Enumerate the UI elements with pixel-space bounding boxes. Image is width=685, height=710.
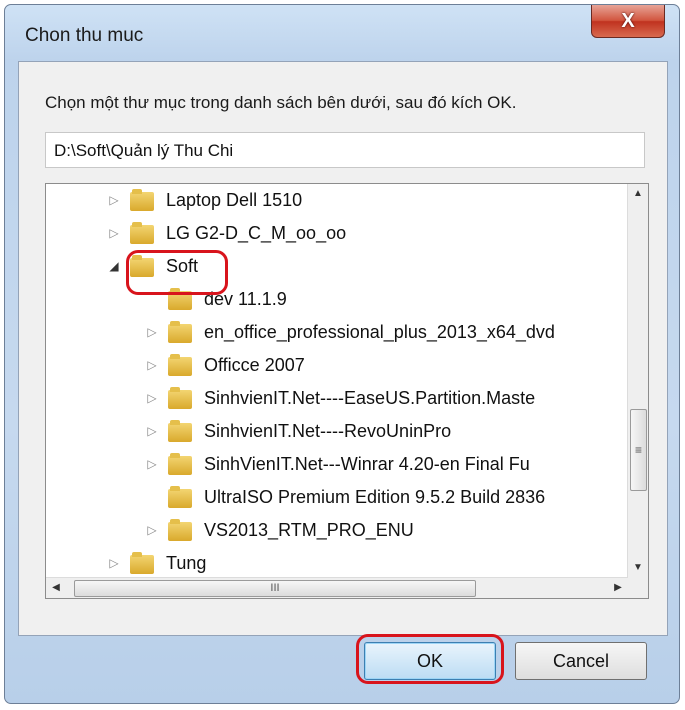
dialog-window: Chon thu muc X Chọn một thư mục trong da… (4, 4, 680, 704)
folder-icon (168, 321, 194, 343)
tree-item-label: SinhVienIT.Net---Winrar 4.20-en Final Fu (204, 453, 530, 474)
folder-icon (168, 519, 194, 541)
scroll-up-icon[interactable]: ▲ (628, 184, 648, 204)
tree-item[interactable]: ▷ SinhvienIT.Net----EaseUS.Partition.Mas… (144, 382, 535, 414)
folder-icon (130, 189, 156, 211)
close-icon: X (621, 9, 635, 32)
tree-item-label: VS2013_RTM_PRO_ENU (204, 519, 414, 540)
tree-item[interactable]: ▷ SinhVienIT.Net---Winrar 4.20-en Final … (144, 448, 530, 480)
folder-icon (168, 387, 194, 409)
folder-icon (130, 222, 156, 244)
tree-item-label: en_office_professional_plus_2013_x64_dvd (204, 321, 555, 342)
vertical-scroll-thumb[interactable]: ≡ (630, 409, 647, 491)
tree-item-label: UltraISO Premium Edition 9.5.2 Build 283… (204, 486, 546, 507)
horizontal-scroll-thumb[interactable]: III (74, 580, 476, 597)
folder-path-field[interactable]: D:\Soft\Quản lý Thu Chi (45, 132, 645, 168)
tree-item[interactable]: ▷ Officce 2007 (144, 349, 305, 381)
expand-arrow-icon[interactable]: ▷ (144, 457, 160, 471)
dialog-body: Chọn một thư mục trong danh sách bên dướ… (18, 61, 668, 680)
scrollbar-corner (628, 578, 648, 598)
expand-arrow-icon[interactable]: ▷ (144, 523, 160, 537)
expand-arrow-icon[interactable]: ▷ (106, 193, 122, 207)
expand-arrow-icon[interactable]: ▷ (144, 424, 160, 438)
tree-item[interactable]: ▷ LG G2-D_C_M_oo_oo (106, 217, 346, 249)
tree-item-label: SinhvienIT.Net----EaseUS.Partition.Maste (204, 387, 536, 408)
expand-arrow-icon[interactable]: ▷ (144, 358, 160, 372)
horizontal-scrollbar[interactable]: ◀ III ▶ (46, 577, 628, 598)
instruction-text: Chọn một thư mục trong danh sách bên dướ… (45, 93, 517, 112)
tree-item[interactable]: ▷ Tung (106, 547, 206, 579)
scroll-down-icon[interactable]: ▼ (628, 558, 648, 578)
tree-item[interactable]: UltraISO Premium Edition 9.5.2 Build 283… (144, 481, 545, 513)
window-title: Chon thu muc (25, 25, 144, 46)
scroll-left-icon[interactable]: ◀ (46, 578, 66, 598)
folder-icon (168, 453, 194, 475)
expand-arrow-icon[interactable]: ▷ (106, 556, 122, 570)
tree-item[interactable]: ▷ Laptop Dell 1510 (106, 184, 302, 216)
tree-item-label: LG G2-D_C_M_oo_oo (166, 222, 347, 243)
folder-icon (168, 420, 194, 442)
soft-highlight-ring (126, 250, 228, 295)
folder-icon (168, 486, 194, 508)
folder-tree[interactable]: ▷ Laptop Dell 1510 ▷ LG G2-D_C_M_oo_oo ◢… (45, 183, 649, 599)
tree-item-label: Tung (166, 552, 207, 573)
tree-item[interactable]: ▷ VS2013_RTM_PRO_ENU (144, 514, 414, 546)
close-button[interactable]: X (591, 5, 665, 38)
tree-item-label: Laptop Dell 1510 (166, 189, 303, 210)
vertical-scrollbar[interactable]: ▲ ≡ ▼ (627, 184, 648, 578)
expand-arrow-icon[interactable]: ▷ (106, 226, 122, 240)
ok-highlight-ring (356, 634, 504, 684)
expand-arrow-icon[interactable]: ▷ (144, 325, 160, 339)
cancel-button[interactable]: Cancel (515, 642, 647, 680)
title-bar: Chon thu muc X (5, 5, 679, 61)
tree-item[interactable]: ▷ SinhvienIT.Net----RevoUninPro (144, 415, 451, 447)
tree-item-label: Officce 2007 (204, 354, 305, 375)
tree-item[interactable]: ▷ en_office_professional_plus_2013_x64_d… (144, 316, 555, 348)
collapse-arrow-icon[interactable]: ◢ (106, 259, 122, 273)
tree-item-label: SinhvienIT.Net----RevoUninPro (204, 420, 452, 441)
expand-arrow-icon[interactable]: ▷ (144, 391, 160, 405)
scroll-right-icon[interactable]: ▶ (608, 578, 628, 598)
folder-icon (130, 552, 156, 574)
folder-icon (168, 354, 194, 376)
